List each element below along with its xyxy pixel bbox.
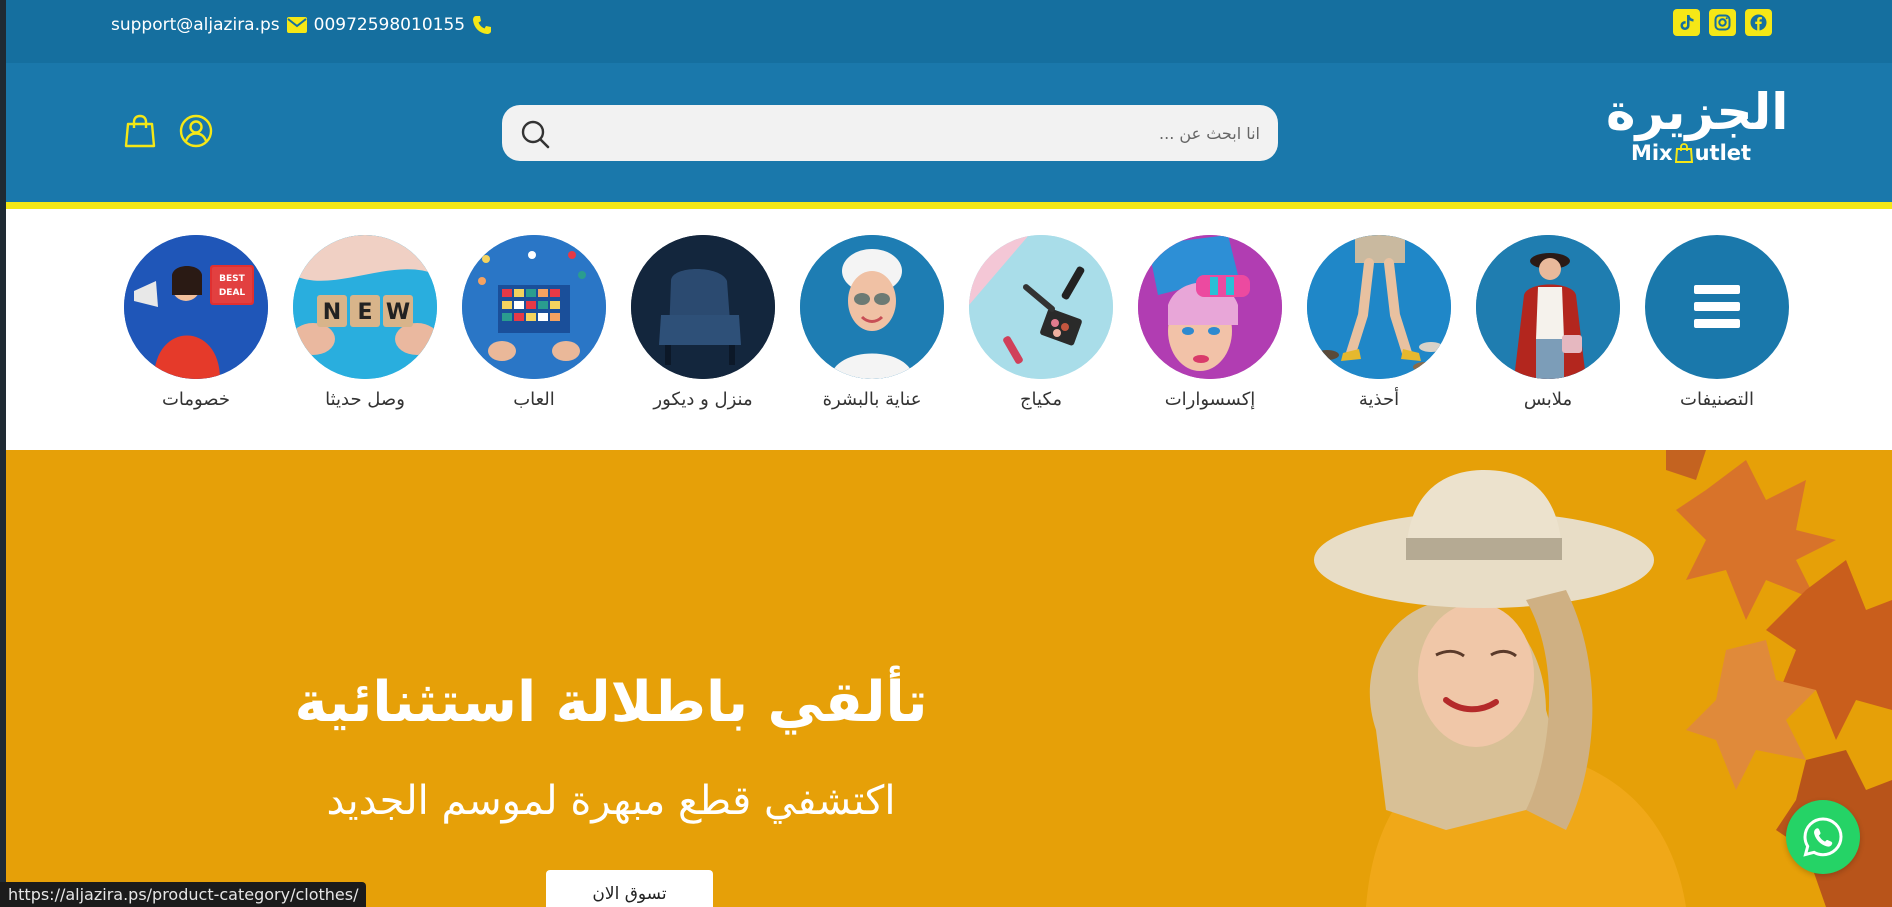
logo-bag-icon <box>1674 143 1693 163</box>
category-label: العاب <box>513 389 555 410</box>
category-image <box>631 235 775 379</box>
category-label: وصل حديثا <box>325 389 405 410</box>
facebook-icon[interactable] <box>1745 9 1772 36</box>
phone-number[interactable]: 00972598010155 <box>314 15 465 35</box>
deal-tag-line2: DEAL <box>219 288 246 298</box>
category-image <box>1645 235 1789 379</box>
category-image <box>462 235 606 379</box>
user-icon[interactable] <box>176 111 216 151</box>
category-image <box>1476 235 1620 379</box>
shopping-bag-icon[interactable] <box>120 111 160 151</box>
envelope-icon <box>286 14 308 36</box>
category-label: التصنيفات <box>1680 389 1754 410</box>
hero-title: تألقي باطلالة استثنائية <box>294 670 928 735</box>
search-icon[interactable] <box>518 117 552 151</box>
site-logo[interactable]: الجزيرة Mix utlet <box>1606 83 1789 183</box>
category-image <box>800 235 944 379</box>
social-links <box>1673 9 1772 36</box>
header-accent-line <box>6 202 1892 209</box>
category-label: ملابس <box>1523 389 1573 410</box>
category-home-decor[interactable]: منزل و ديكور <box>618 235 788 410</box>
menu-icon <box>1694 285 1740 328</box>
search-input[interactable] <box>580 105 1260 161</box>
contact-info: support@aljazira.ps 00972598010155 <box>111 14 499 36</box>
category-label: عناية بالبشرة <box>822 389 922 410</box>
category-image: BEST DEAL <box>124 235 268 379</box>
phone-icon <box>471 14 493 36</box>
logo-english: Mix utlet <box>1631 141 1751 165</box>
category-shoes[interactable]: أحذية <box>1294 235 1464 410</box>
category-label: خصومات <box>161 389 231 410</box>
shop-now-button[interactable]: تسوق الان <box>546 870 713 907</box>
category-skincare[interactable]: عناية بالبشرة <box>787 235 957 410</box>
category-discounts[interactable]: BEST DEAL خصومات <box>111 235 281 410</box>
category-makeup[interactable]: مكياج <box>956 235 1126 410</box>
category-strip: التصنيفات ملابس أحذية إكسسوارات مكياج عن… <box>6 209 1892 450</box>
main-header: الجزيرة Mix utlet <box>6 63 1892 202</box>
logo-english-outlet: utlet <box>1694 141 1752 165</box>
window-edge <box>0 0 6 907</box>
logo-arabic: الجزيرة <box>1606 83 1789 141</box>
new-tile-w: W <box>386 300 410 325</box>
deal-tag-line1: BEST <box>219 274 245 284</box>
top-bar: support@aljazira.ps 00972598010155 <box>6 0 1892 63</box>
category-image <box>1138 235 1282 379</box>
category-new-arrivals[interactable]: N E W وصل حديثا <box>280 235 450 410</box>
status-bar-url: https://aljazira.ps/product-category/clo… <box>0 882 367 907</box>
hero-banner: تألقي باطلالة استثنائية اكتشفي قطع مبهرة… <box>6 450 1892 907</box>
category-image <box>969 235 1113 379</box>
category-label: منزل و ديكور <box>653 389 753 410</box>
new-tile-n: N <box>323 300 341 325</box>
tiktok-icon[interactable] <box>1673 9 1700 36</box>
search-bar <box>502 105 1278 161</box>
category-all[interactable]: التصنيفات <box>1632 235 1802 410</box>
category-image <box>1307 235 1451 379</box>
category-toys[interactable]: العاب <box>449 235 619 410</box>
category-accessories[interactable]: إكسسوارات <box>1125 235 1295 410</box>
hero-subtitle: اكتشفي قطع مبهرة لموسم الجديد <box>326 778 896 824</box>
support-email[interactable]: support@aljazira.ps <box>111 15 280 35</box>
category-clothes[interactable]: ملابس <box>1463 235 1633 410</box>
logo-english-mix: Mix <box>1630 141 1673 165</box>
category-image: N E W <box>293 235 437 379</box>
category-label: إكسسوارات <box>1164 389 1256 410</box>
instagram-icon[interactable] <box>1709 9 1736 36</box>
whatsapp-icon[interactable] <box>1786 800 1860 874</box>
category-label: أحذية <box>1358 389 1400 410</box>
category-label: مكياج <box>1019 389 1063 410</box>
new-tile-e: E <box>357 300 372 325</box>
